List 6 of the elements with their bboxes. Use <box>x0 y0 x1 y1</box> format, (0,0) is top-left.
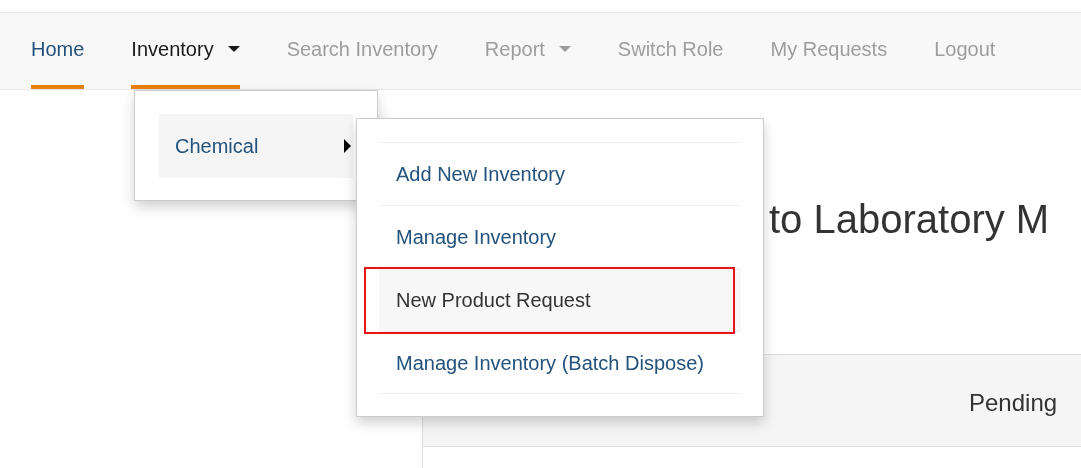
menu-item[interactable]: Manage Inventory (Batch Dispose) <box>379 331 741 394</box>
page-heading: to Laboratory M <box>769 196 1051 243</box>
panel-title: Pending <box>969 389 1058 416</box>
menu-item[interactable]: Chemical <box>159 114 353 178</box>
menu-item[interactable]: New Product Request <box>379 268 741 331</box>
nav-link[interactable]: Home <box>31 13 85 89</box>
